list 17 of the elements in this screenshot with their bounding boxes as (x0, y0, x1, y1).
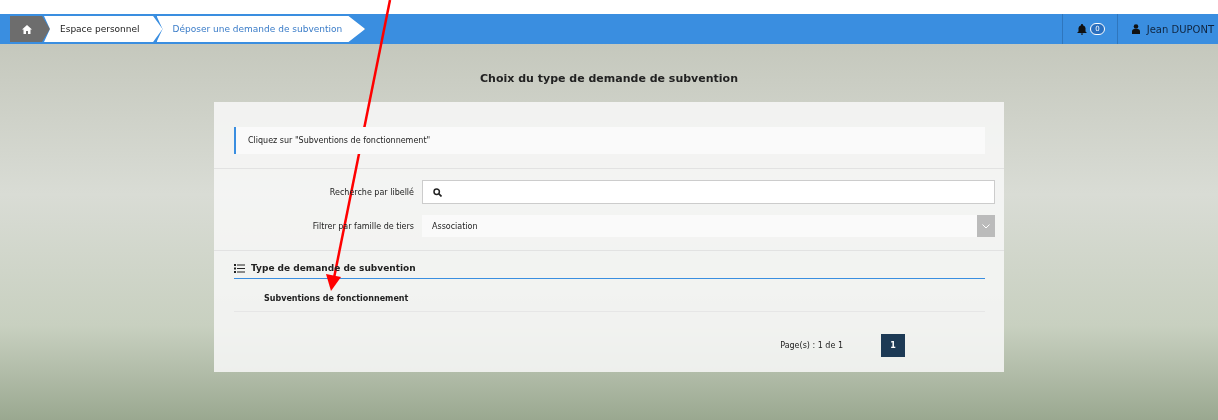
user-icon (1131, 24, 1140, 34)
home-icon (22, 24, 32, 34)
bell-icon[interactable] (1077, 23, 1088, 35)
page-summary: Page(s) : 1 de 1 (780, 341, 843, 350)
list-icon (234, 263, 245, 273)
search-icon (433, 187, 442, 197)
home-button[interactable] (10, 16, 50, 42)
breadcrumb-link[interactable]: Espace personnel (44, 16, 163, 42)
user-name[interactable]: Jean DUPONT (1146, 23, 1214, 35)
hint-message: Cliquez sur "Subventions de fonctionnement" (234, 127, 985, 154)
search-field[interactable] (422, 180, 995, 204)
dropdown[interactable]: Association (422, 215, 977, 237)
caret-icon (977, 215, 995, 237)
page-title: Choix du type de demande de subvention (480, 72, 738, 85)
subvention-type-link[interactable]: Subventions de fonctionnement (234, 279, 985, 312)
page-button[interactable]: 1 (881, 334, 905, 357)
breadcrumb-link[interactable]: Déposer une demande de subvention (156, 16, 366, 42)
